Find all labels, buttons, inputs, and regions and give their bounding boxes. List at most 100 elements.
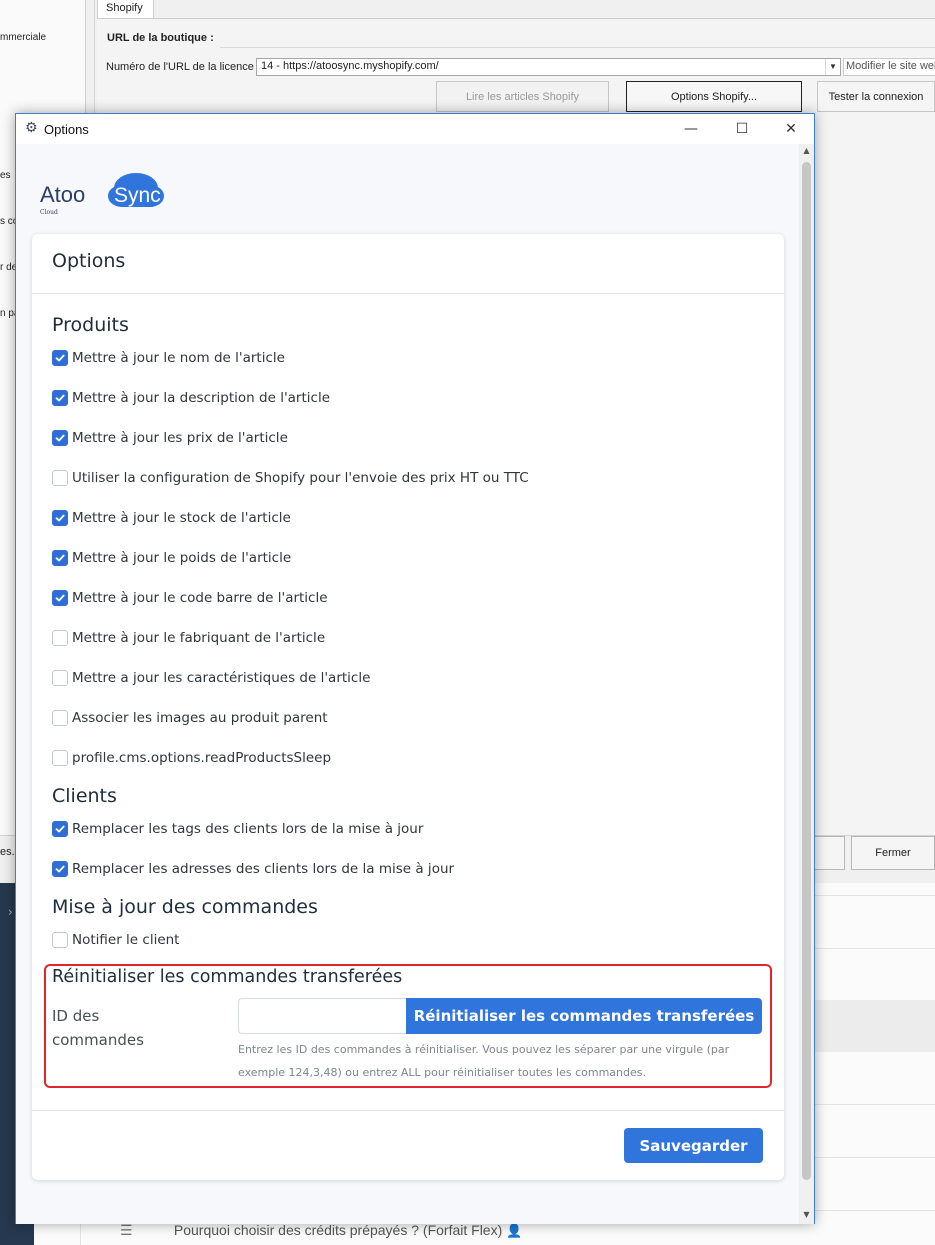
background-left-text: mmerciale [0,32,47,43]
section-divider [220,47,935,48]
checkmark-icon [55,594,65,602]
shopify-options-button[interactable]: Options Shopify... [626,81,802,112]
checkbox-row[interactable]: Associer les images au produit parent [52,708,328,728]
background-bottom-text: es. [0,846,15,858]
card-footer-divider [32,1110,784,1111]
checkbox-row[interactable]: Mettre a jour les caractéristiques de l'… [52,668,370,688]
background-left-text: es [0,170,11,181]
dialog-scrollbar[interactable]: ▲ ▼ [799,144,814,1224]
help-text-line: Entrez les ID des commandes à réinitiali… [238,1043,730,1056]
scrollbar-thumb[interactable] [802,162,811,1180]
checkbox-checked[interactable] [52,861,68,877]
scroll-up-icon[interactable]: ▲ [802,146,811,155]
options-card: Options Produits Mettre à jour le nom de… [32,234,784,1180]
checkbox-row[interactable]: Utiliser la configuration de Shopify pou… [52,468,529,488]
section-title-reset-orders: Réinitialiser les commandes transferées [52,967,403,987]
checkbox-label: Mettre a jour les caractéristiques de l'… [72,670,371,686]
checkbox-row[interactable]: Remplacer les tags des clients lors de l… [52,819,423,839]
atoosync-logo: Atoo Sync Cloud [40,173,164,216]
reset-orders-button[interactable]: Réinitialiser les commandes transferées [406,998,762,1034]
checkbox-checked[interactable] [52,821,68,837]
checkbox-row[interactable]: Notifier le client [52,930,179,950]
card-divider [32,293,784,294]
logo-text-accent: Sync [114,184,161,207]
chevron-right-icon[interactable]: › [8,905,13,919]
checkbox-checked[interactable] [52,430,68,446]
checkbox-row[interactable]: Mettre à jour la description de l'articl… [52,388,330,408]
checkbox-checked[interactable] [52,350,68,366]
web-row-divider [815,1157,935,1158]
edit-website-button[interactable]: Modifier le site web [843,58,935,76]
maximize-button[interactable]: ☐ [719,118,765,140]
checkmark-icon [55,354,65,362]
checkbox-row[interactable]: profile.cms.options.readProductsSleep [52,748,331,768]
checkmark-icon [55,434,65,442]
checkbox-row[interactable]: Mettre à jour le poids de l'article [52,548,291,568]
section-title-produits: Produits [52,314,129,336]
order-ids-input[interactable] [238,998,408,1034]
logo-text-main: Atoo [40,182,85,207]
checkbox-label: Mettre à jour la description de l'articl… [72,390,331,406]
checkbox-label: Remplacer les tags des clients lors de l… [72,821,424,837]
tab-shopify[interactable]: Shopify [97,0,154,19]
scroll-down-icon[interactable]: ▼ [802,1210,811,1219]
checkbox-row[interactable]: Mettre à jour les prix de l'article [52,428,288,448]
dialog-title: Options [44,122,89,137]
checkbox-label: Associer les images au produit parent [72,710,328,726]
checkbox-row[interactable]: Mettre à jour le stock de l'article [52,508,291,528]
checkbox-checked[interactable] [52,390,68,406]
web-row-divider [815,1210,935,1211]
checkbox-checked[interactable] [52,550,68,566]
checkmark-icon [55,514,65,522]
checkbox-label: Mettre à jour le fabriquant de l'article [72,630,326,646]
checkmark-icon [55,394,65,402]
help-text-line: exemple 124,3,48) ou entrez ALL pour réi… [238,1066,646,1079]
order-ids-help-text: Entrez les ID des commandes à réinitiali… [238,1038,758,1084]
checkbox-unchecked[interactable] [52,710,68,726]
section-title-commandes: Mise à jour des commandes [52,896,318,918]
checkbox-unchecked[interactable] [52,630,68,646]
web-row-divider [815,1104,935,1105]
close-button[interactable]: Fermer [851,836,935,870]
license-url-select[interactable]: 14 - https://atoosync.myshopify.com/ ▼ [256,58,841,76]
card-title: Options [52,250,126,272]
dialog-content: Atoo Sync Cloud Options Produits Mettre … [16,144,799,1224]
order-ids-label: ID des commandes [52,1007,144,1049]
logo-text-sub: Cloud [40,209,58,216]
read-shopify-articles-button[interactable]: Lire les articles Shopify [436,81,609,112]
minimize-button[interactable]: — [668,118,714,140]
checkbox-checked[interactable] [52,590,68,606]
checkmark-icon [55,825,65,833]
checkbox-label: Mettre à jour les prix de l'article [72,430,288,446]
checkbox-unchecked[interactable] [52,470,68,486]
checkbox-label: Utiliser la configuration de Shopify pou… [72,470,529,486]
chevron-down-icon[interactable]: ▼ [825,59,840,75]
menu-icon: ☰ [120,1222,133,1238]
close-window-button[interactable]: ✕ [768,118,814,140]
test-connection-button[interactable]: Tester la connexion [817,81,935,112]
options-dialog: ⚙ Options — ☐ ✕ Atoo Sync Cloud Options … [15,113,815,1224]
checkbox-checked[interactable] [52,510,68,526]
shop-url-section-label: URL de la boutique : [107,32,214,44]
checkbox-row[interactable]: Remplacer les adresses des clients lors … [52,859,454,879]
section-title-clients: Clients [52,785,117,807]
faq-item-label: Pourquoi choisir des crédits prépayés ? … [173,1222,503,1238]
checkbox-unchecked[interactable] [52,670,68,686]
checkbox-label: profile.cms.options.readProductsSleep [72,750,332,766]
checkbox-row[interactable]: Mettre à jour le code barre de l'article [52,588,328,608]
web-row-divider [815,895,935,896]
checkbox-label: Mettre à jour le code barre de l'article [72,590,328,606]
web-row-highlight [815,1000,935,1052]
license-url-value: 14 - https://atoosync.myshopify.com/ [261,60,439,72]
checkmark-icon [55,865,65,873]
checkbox-label: Mettre à jour le poids de l'article [72,550,292,566]
checkbox-unchecked[interactable] [52,932,68,948]
save-button[interactable]: Sauvegarder [624,1128,763,1163]
checkbox-row[interactable]: Mettre à jour le fabriquant de l'article [52,628,325,648]
faq-item[interactable]: ☰ Pourquoi choisir des crédits prépayés … [120,1222,522,1239]
checkbox-unchecked[interactable] [52,750,68,766]
dialog-titlebar: ⚙ Options — ☐ ✕ [16,114,814,144]
checkbox-label: Mettre à jour le nom de l'article [72,350,285,366]
checkbox-row[interactable]: Mettre à jour le nom de l'article [52,348,285,368]
user-edit-icon: 👤 [506,1223,523,1238]
